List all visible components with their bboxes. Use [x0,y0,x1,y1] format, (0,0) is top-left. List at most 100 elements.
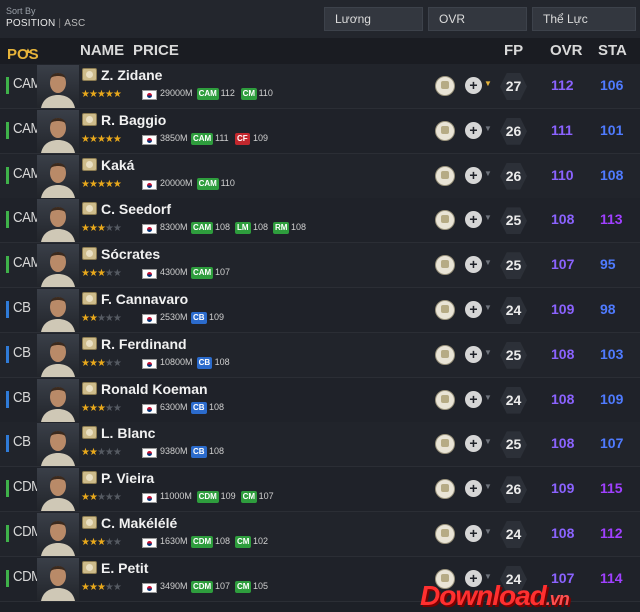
player-name[interactable]: Kaká [101,157,134,173]
chevron-down-icon[interactable]: ▼ [484,258,492,267]
player-row[interactable]: CAM Kaká ★★★★★ 20000M CAM 110 + ▼ 26 110 108 [0,153,640,199]
position-color-bar [6,256,9,274]
chevron-down-icon[interactable]: ▼ [484,393,492,402]
player-avatar [37,423,79,467]
player-sta: 109 [600,390,624,407]
position-color-bar [6,569,9,587]
season-badge-icon [82,516,97,529]
chevron-down-icon[interactable]: ▼ [484,169,492,178]
add-player-icon[interactable]: + [465,121,482,139]
chevron-down-icon[interactable]: ▼ [484,79,492,88]
icon-medal-icon[interactable] [435,76,455,96]
player-row[interactable]: CAM C. Seedorf ★★★★★ 8300M CAM 108 LM 108 RM 108 +… [0,198,640,244]
player-row[interactable]: CB Ronald Koeman ★★★★★ 6300M CB 108 + ▼ 24 108 109 [0,377,640,423]
player-row[interactable]: CB L. Blanc ★★★★★ 9380M CB 108 + ▼ 25 108 107 [0,422,640,468]
filter-stamina-button[interactable]: Thể Lực [532,7,636,31]
column-price[interactable]: PRICE [133,42,179,59]
add-player-icon[interactable]: + [465,345,482,363]
player-sta: 95 [600,256,616,273]
season-badge-icon [82,560,97,574]
column-fp[interactable]: FP [504,42,523,59]
position-chip: CAM [191,267,214,280]
filter-salary-button[interactable]: Lương [324,7,423,31]
position-chip: CB [191,401,207,414]
add-player-icon[interactable]: + [465,525,482,542]
player-row[interactable]: CAM Sócrates ★★★★★ 4300M CAM 107 + ▼ 25 107 95 [0,243,640,289]
icon-medal-icon[interactable] [435,434,455,455]
player-row[interactable]: CDM C. Makélélé ★★★★★ 1630M CDM 108 CM 102 + ▼ 24 1… [0,512,640,557]
icon-medal-icon[interactable] [435,255,455,276]
season-badge-icon [82,202,97,216]
player-price: 10800M [160,356,193,367]
position-chip-rating: 108 [209,401,225,412]
player-stars: ★★★★★ [81,223,122,235]
add-player-icon[interactable]: + [465,480,482,498]
filter-ovr-button[interactable]: OVR [428,7,527,31]
column-name[interactable]: NAME [80,42,124,59]
chevron-down-icon[interactable]: ▼ [484,303,492,312]
player-name[interactable]: E. Petit [101,560,148,576]
player-avatar [37,65,79,108]
add-player-icon[interactable]: + [465,390,482,408]
player-ovr: 108 [551,211,575,228]
add-player-icon[interactable]: + [465,256,482,274]
sort-direction[interactable]: ASC [64,18,85,29]
icon-medal-icon[interactable] [435,165,455,186]
add-player-icon[interactable]: + [465,301,482,318]
player-name[interactable]: R. Baggio [101,112,166,128]
chevron-down-icon[interactable]: ▼ [484,348,492,357]
player-name[interactable]: R. Ferdinand [101,336,187,352]
player-row[interactable]: CAM R. Baggio ★★★★★ 3850M CAM 111 CF 109 + ▼ 26 111… [0,108,640,154]
player-name[interactable]: L. Blanc [101,425,155,441]
chevron-down-icon[interactable]: ▼ [484,527,492,536]
position-chip-rating: 111 [215,132,229,143]
position-chip-rating: 108 [214,356,230,367]
player-name[interactable]: F. Cannavaro [101,291,188,307]
position-chip: RM [273,222,290,235]
player-row[interactable]: CB F. Cannavaro ★★★★★ 2530M CB 109 + ▼ 24 109 98 [0,288,640,333]
season-badge-icon [82,292,97,305]
position-chip: CDM [191,536,214,548]
player-name[interactable]: Ronald Koeman [101,381,208,397]
position-chip-rating: 108 [215,222,231,233]
position-chip-rating: 109 [209,312,225,322]
player-ovr: 109 [551,301,575,317]
player-ovr: 111 [551,121,573,138]
player-ovr: 108 [551,435,575,452]
chevron-down-icon[interactable]: ▼ [484,124,492,133]
chevron-down-icon[interactable]: ▼ [484,482,492,491]
add-player-icon[interactable]: + [465,435,482,453]
korea-flag-icon [142,269,157,280]
player-name[interactable]: C. Makélélé [101,515,177,531]
player-row[interactable]: CAM Z. Zidane ★★★★★ 29000M CAM 112 CM 110 + ▼ 27 11… [0,64,640,109]
chevron-down-icon[interactable]: ▼ [484,213,492,222]
player-row[interactable]: CB R. Ferdinand ★★★★★ 10800M CB 108 + ▼ 25 108 103 [0,332,640,378]
position-color-bar [6,435,9,453]
add-player-icon[interactable]: + [465,166,482,184]
column-sta[interactable]: STA [598,42,627,59]
icon-medal-icon[interactable] [435,389,455,410]
player-stars: ★★★★★ [81,537,122,548]
icon-medal-icon[interactable] [435,524,455,544]
player-name[interactable]: Sócrates [101,246,160,262]
position-color-bar [6,480,9,498]
position-chip-rating: 108 [253,222,269,233]
icon-medal-icon[interactable] [435,479,455,500]
chevron-down-icon[interactable]: ▼ [484,437,492,446]
icon-medal-icon[interactable] [435,120,455,141]
player-avatar [37,333,79,377]
icon-medal-icon[interactable] [435,300,455,320]
position-chip-rating: 112 [220,88,235,98]
player-name[interactable]: Z. Zidane [101,67,162,83]
add-player-icon[interactable]: + [465,77,482,94]
icon-medal-icon[interactable] [435,210,455,231]
player-sta: 107 [600,435,624,452]
add-player-icon[interactable]: + [465,211,482,229]
icon-medal-icon[interactable] [435,344,455,365]
position-chip: CDM [191,580,214,593]
column-ovr[interactable]: OVR [550,42,583,59]
sort-selector[interactable]: POSITION | ASC [6,18,85,29]
player-row[interactable]: CDM P. Vieira ★★★★★ 11000M CDM 109 CM 107 + ▼ 26 10… [0,467,640,513]
player-name[interactable]: P. Vieira [101,470,154,486]
player-name[interactable]: C. Seedorf [101,201,171,217]
